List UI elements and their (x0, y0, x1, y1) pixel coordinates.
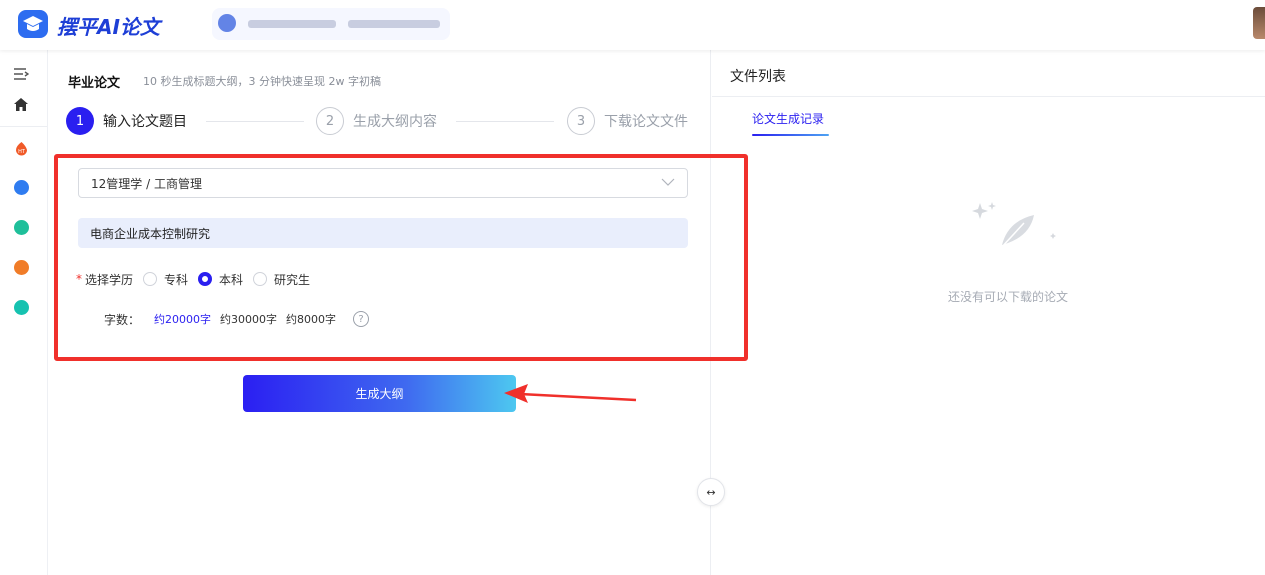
radio-label[interactable]: 研究生 (274, 271, 310, 288)
highlighted-form-area: 12管理学 / 工商管理 * 选择学历 专科 本科 研究生 字数： 约20000… (54, 154, 748, 361)
blurred-text (248, 20, 336, 28)
step-2: 2 生成大纲内容 (316, 107, 437, 135)
step-label: 输入论文题目 (103, 114, 187, 130)
word-count-row: 字数： 约20000字 约30000字 约8000字 ? (104, 309, 370, 329)
left-sidebar: HT (0, 50, 48, 575)
step-connector (456, 121, 554, 122)
document-tool-icon[interactable] (12, 178, 30, 196)
word-option-20000[interactable]: 约20000字 (154, 311, 211, 327)
green-tool-icon[interactable] (12, 218, 30, 236)
svg-text:HT: HT (18, 149, 26, 155)
progress-steps: 1 输入论文题目 2 生成大纲内容 3 下载论文文件 (66, 107, 696, 137)
red-arrow-annotation (504, 384, 637, 403)
radio-bachelor[interactable] (198, 272, 213, 286)
radio-label[interactable]: 专科 (164, 271, 188, 288)
graduation-cap-icon[interactable] (18, 10, 48, 38)
chevron-down-icon (661, 178, 675, 186)
radio-label[interactable]: 本科 (219, 271, 243, 288)
blurred-text (348, 20, 440, 28)
home-icon[interactable] (12, 95, 30, 113)
generate-outline-button[interactable]: 生成大纲 (243, 375, 516, 412)
orange-tool-icon[interactable] (12, 258, 30, 276)
file-list-header: 文件列表 (712, 50, 1265, 97)
word-option-30000[interactable]: 约30000字 (220, 311, 277, 327)
file-list-title: 文件列表 (730, 69, 786, 85)
topic-input[interactable] (78, 218, 688, 248)
subject-select[interactable]: 12管理学 / 工商管理 (78, 168, 688, 198)
radio-postgraduate[interactable] (253, 272, 268, 286)
main-panel: 毕业论文 10 秒生成标题大纲，3 分钟快速呈现 2w 字初稿 1 输入论文题目… (48, 50, 748, 575)
blurred-avatar-icon (218, 14, 236, 32)
step-number: 1 (66, 107, 94, 135)
step-number: 2 (316, 107, 344, 135)
app-title[interactable]: 摆平AI论文 (57, 11, 160, 40)
step-3: 3 下载论文文件 (567, 107, 688, 135)
step-1: 1 输入论文题目 (66, 107, 187, 135)
sidebar-divider (0, 126, 47, 127)
empty-state-text: 还没有可以下载的论文 (948, 290, 1069, 304)
radio-junior-college[interactable] (143, 272, 158, 286)
education-label: 选择学历 (85, 272, 134, 287)
tab-active-indicator (752, 134, 829, 136)
page-subtitle: 10 秒生成标题大纲，3 分钟快速呈现 2w 字初稿 (143, 75, 381, 88)
word-option-8000[interactable]: 约8000字 (286, 311, 336, 327)
menu-collapse-icon[interactable] (12, 65, 30, 83)
subject-select-value: 12管理学 / 工商管理 (91, 176, 202, 191)
step-label: 下载论文文件 (604, 114, 688, 130)
panel-resize-handle[interactable]: ↔ (697, 478, 725, 506)
teal-tool-icon[interactable] (12, 298, 30, 316)
top-bar: 摆平AI论文 (0, 0, 1265, 50)
hot-tool-icon[interactable]: HT (12, 140, 30, 158)
tab-generation-records[interactable]: 论文生成记录 (752, 110, 824, 127)
help-icon[interactable]: ? (353, 311, 370, 327)
step-label: 生成大纲内容 (353, 114, 437, 130)
word-count-label: 字数： (104, 312, 141, 327)
page-title: 毕业论文 (68, 76, 121, 91)
required-mark: * (76, 272, 82, 286)
file-list-panel: 文件列表 论文生成记录 还没有可以下载的论文 (712, 50, 1265, 575)
education-row: * 选择学历 专科 本科 研究生 (76, 269, 310, 289)
step-number: 3 (567, 107, 595, 135)
empty-feather-icon (972, 202, 1056, 250)
user-avatar[interactable] (1253, 7, 1265, 39)
step-connector (206, 121, 304, 122)
